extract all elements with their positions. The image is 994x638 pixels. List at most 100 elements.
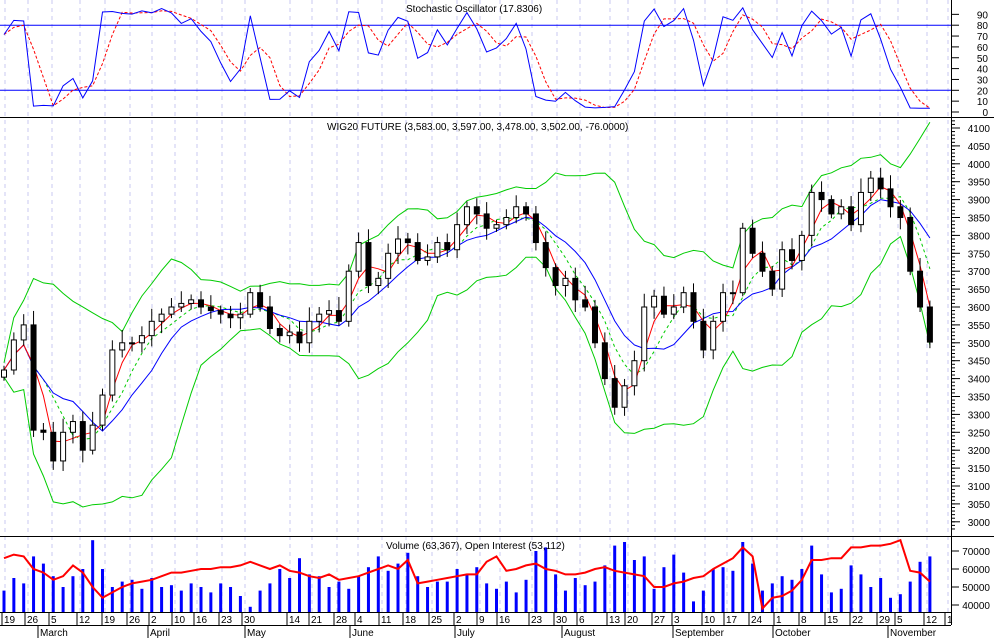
volume-bar: [376, 556, 380, 612]
candle-body: [414, 242, 421, 261]
y-tick-label: 3050: [968, 500, 991, 511]
candle-body: [444, 242, 451, 251]
volume-bar: [150, 578, 154, 612]
candle-body: [79, 421, 86, 451]
volume-bar: [426, 587, 430, 612]
x-day-label: 17: [726, 615, 738, 626]
candle-body: [237, 313, 244, 319]
y-tick-label: 3100: [968, 482, 991, 493]
volume-bar: [918, 561, 922, 612]
y-tick-label: 30: [977, 75, 989, 86]
candle-body: [759, 252, 766, 272]
candle-body: [877, 177, 884, 190]
x-day-label: 1: [776, 615, 782, 626]
volume-bar: [504, 581, 508, 612]
candle-body: [592, 306, 598, 344]
volume-bar: [91, 540, 95, 612]
candle-body: [483, 213, 490, 229]
bollinger-upper: [3, 121, 931, 363]
candle-body: [532, 213, 539, 244]
y-tick-label: 0: [982, 108, 988, 119]
volume-bar: [189, 583, 193, 612]
volume-bar: [445, 581, 449, 612]
y-tick-label: 3150: [968, 464, 991, 475]
x-day-label: 16: [499, 615, 511, 626]
y-tick-label: 3000: [968, 518, 991, 529]
candle-body: [611, 378, 618, 408]
volume-bar: [278, 569, 282, 612]
x-day-label: 23: [531, 615, 543, 626]
candle-body: [335, 310, 342, 322]
volume-bar: [623, 542, 627, 612]
x-month-label: October: [775, 628, 811, 638]
candle-body: [1, 369, 7, 378]
volume-bar: [22, 583, 26, 612]
volume-bar: [337, 581, 341, 612]
candle-body: [838, 206, 845, 215]
volume-bar: [248, 606, 252, 612]
volume-bar: [741, 542, 745, 612]
volume-bar: [524, 579, 528, 612]
volume-bar: [219, 583, 223, 612]
y-tick-label: 3800: [968, 231, 991, 242]
volume-bar: [51, 576, 55, 612]
y-tick-label: 90: [977, 10, 989, 21]
candle-body: [345, 270, 352, 322]
volume-bar: [396, 563, 400, 612]
x-day-label: 26: [27, 615, 39, 626]
candle-body: [178, 302, 185, 308]
volume-bar: [829, 592, 833, 612]
x-month-label: August: [564, 628, 595, 638]
volume-bar: [160, 587, 164, 612]
candle-body: [257, 292, 264, 308]
volume-bar: [514, 592, 518, 612]
candle-body: [454, 224, 461, 251]
candle-body: [30, 324, 37, 431]
volume-bar: [317, 576, 321, 612]
volume-bar: [2, 590, 6, 612]
candle-body: [286, 331, 293, 337]
candle-body: [207, 306, 214, 312]
x-day-label: 28: [336, 615, 348, 626]
candle-body: [720, 292, 727, 322]
price-panel: [1, 121, 933, 508]
y-tick-label: 3600: [968, 303, 991, 314]
y-tick-label: 3700: [968, 267, 991, 278]
ma-slow-line: [3, 199, 931, 432]
volume-bar: [839, 588, 843, 612]
volume-bar: [652, 588, 656, 612]
volume-bar: [603, 565, 607, 612]
volume-bar: [849, 565, 853, 612]
volume-bar: [169, 585, 173, 612]
volume-bar: [307, 574, 311, 612]
candle-body: [306, 320, 313, 344]
x-month-label: June: [352, 628, 374, 638]
candle-body: [296, 331, 303, 344]
candle-body: [621, 385, 628, 408]
x-day-label: 11: [381, 615, 392, 626]
x-day-label: 19: [104, 615, 116, 626]
candle-body: [355, 242, 362, 272]
y-tick-label: 3750: [968, 249, 991, 260]
candle-body: [641, 306, 648, 362]
candle-body: [158, 313, 165, 322]
candle-body: [434, 242, 441, 258]
y-tick-label: 4050: [968, 142, 991, 153]
candle-body: [375, 277, 382, 287]
candle-body: [129, 342, 136, 345]
candle-body: [562, 277, 569, 287]
candle-body: [582, 299, 589, 308]
volume-bar: [800, 569, 804, 612]
volume-bar: [573, 578, 577, 612]
candle-body: [395, 238, 401, 254]
x-day-label: 1: [947, 615, 953, 626]
bollinger-lower: [3, 235, 931, 508]
volume-bar: [258, 590, 262, 612]
y-tick-label: 3200: [968, 446, 991, 457]
y-tick-label: 3350: [968, 393, 991, 404]
candle-body: [680, 292, 687, 308]
x-day-label: 15: [827, 615, 839, 626]
candle-body: [572, 277, 579, 301]
x-day-label: 5: [51, 615, 57, 626]
candle-body: [198, 299, 204, 308]
